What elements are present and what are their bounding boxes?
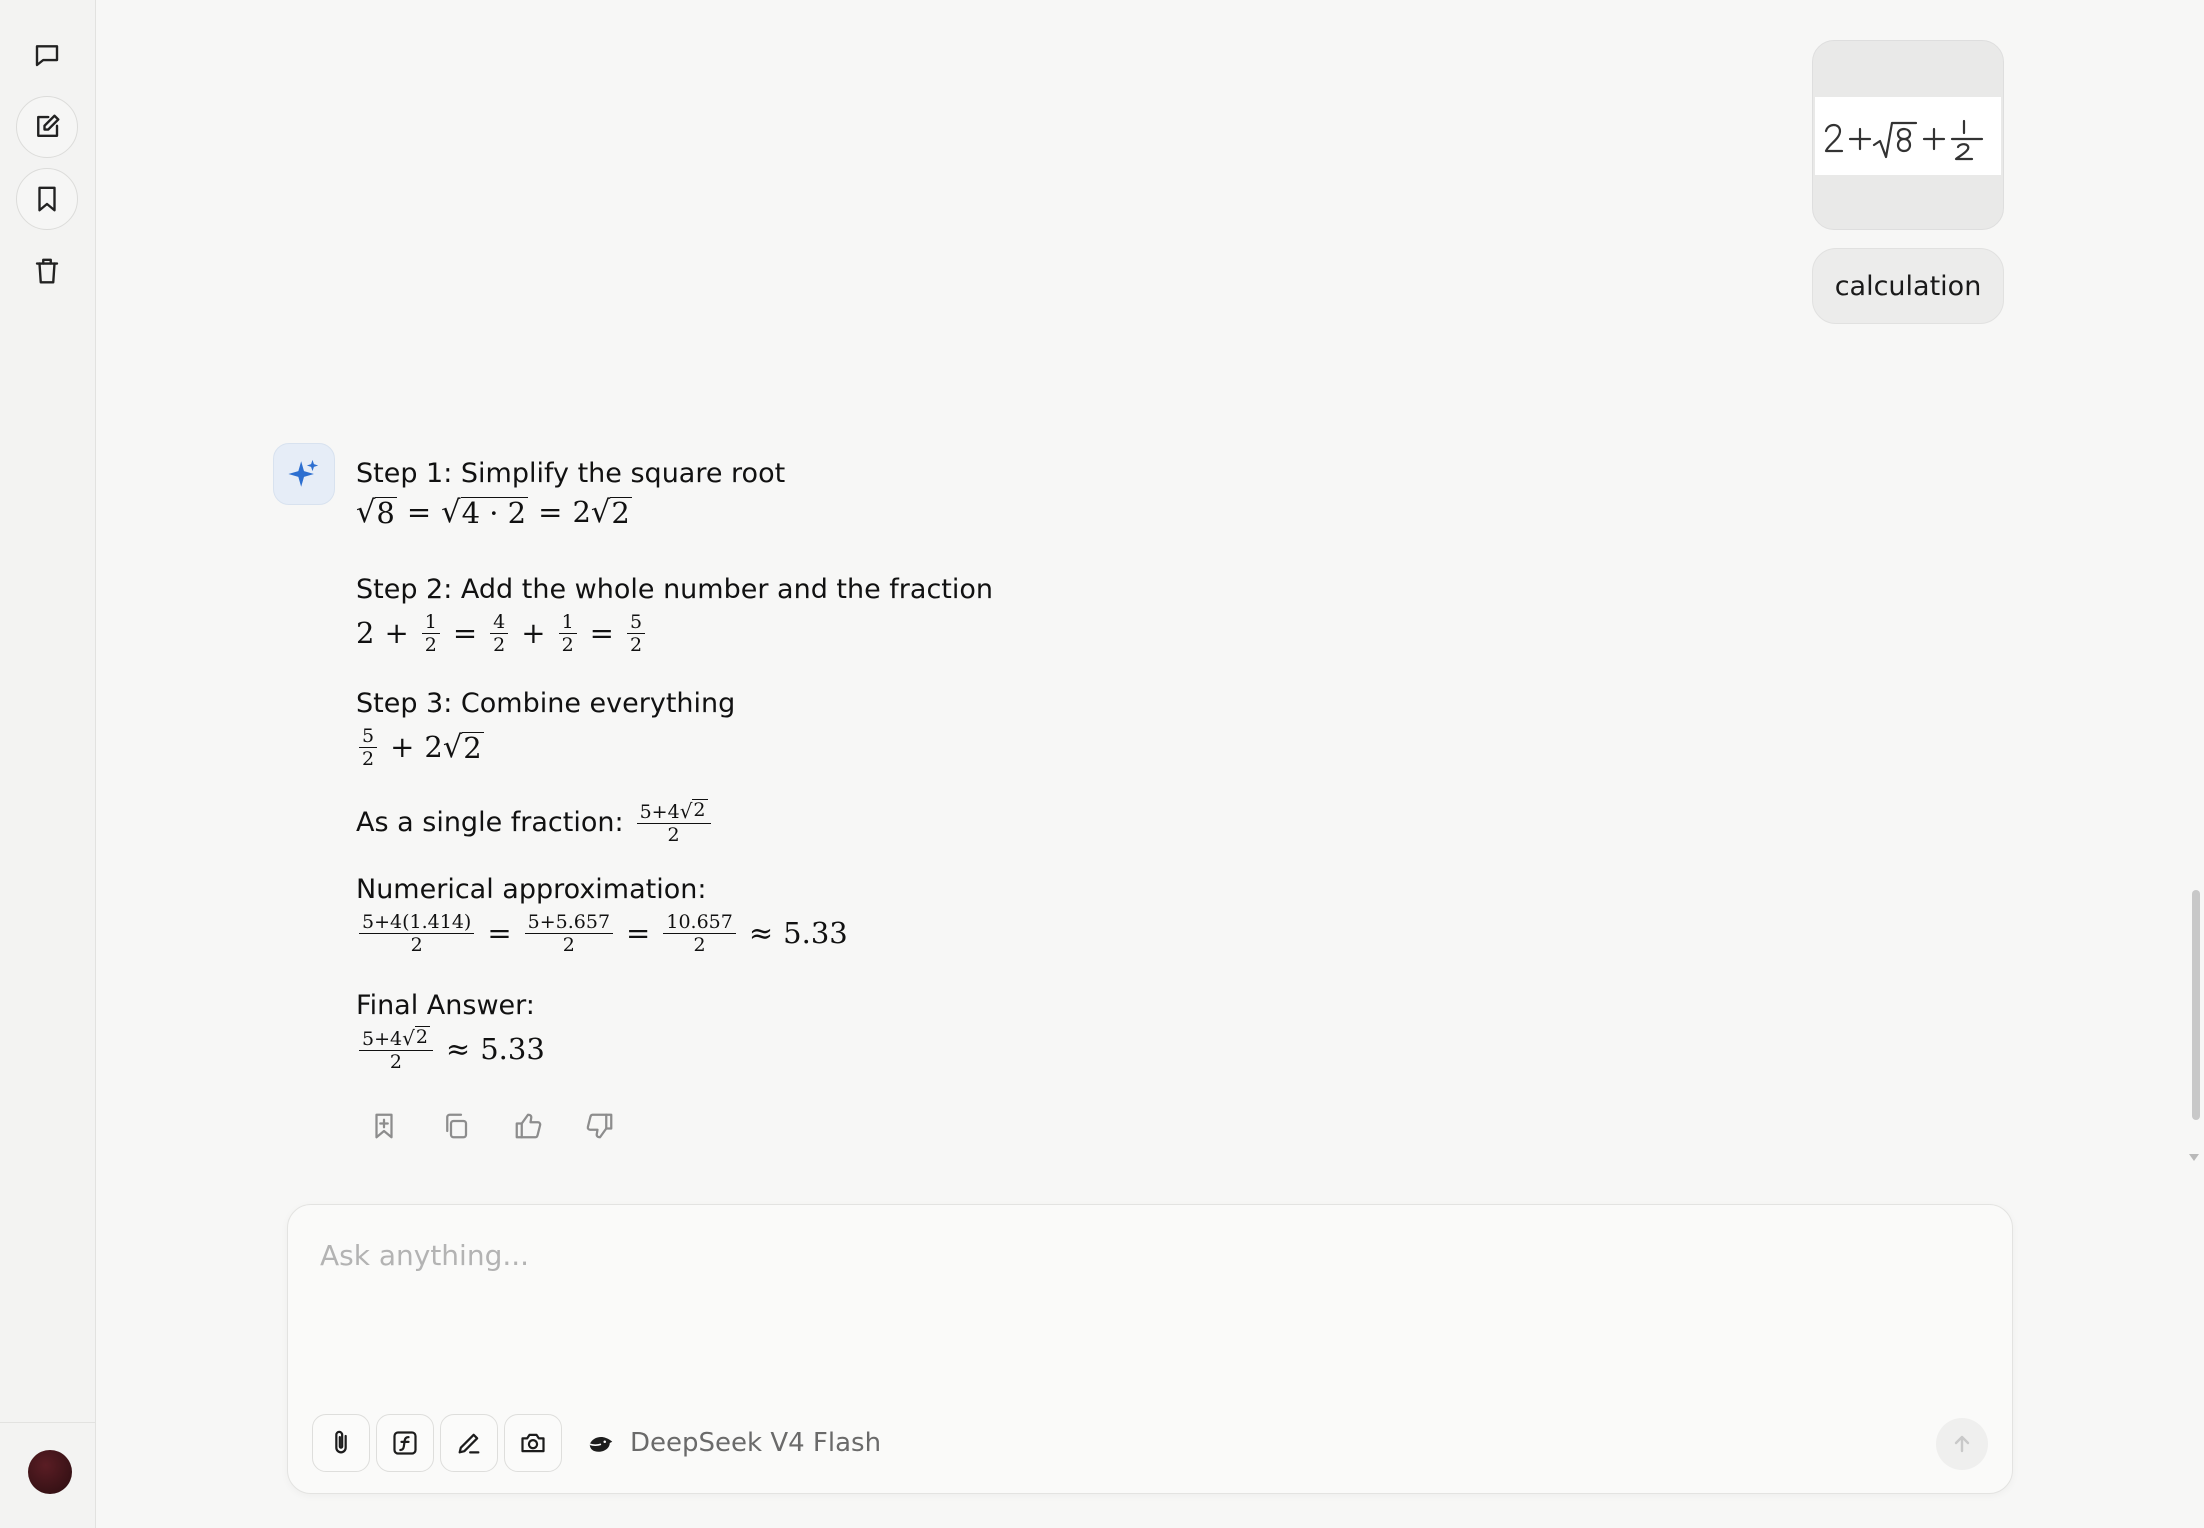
- fraction: 10.657 2: [663, 912, 736, 955]
- fraction: 52: [626, 612, 646, 655]
- step-2-title: Step 2: Add the whole number and the fra…: [356, 574, 994, 605]
- sqrt: √ 4 · 2: [441, 494, 529, 530]
- thumbs-up-icon: [515, 1113, 542, 1139]
- fraction: 12: [558, 612, 577, 655]
- assistant-avatar: [273, 443, 335, 505]
- handwriting-drawing: [1824, 119, 1984, 161]
- fraction: 52: [359, 726, 378, 769]
- dislike-button[interactable]: [580, 1106, 620, 1146]
- new-chat-icon: [37, 114, 60, 137]
- model-name: DeepSeek V4 Flash: [630, 1428, 882, 1458]
- trash-icon: [35, 258, 59, 284]
- camera-icon: [521, 1433, 545, 1453]
- sidebar-divider: [0, 1422, 96, 1423]
- new-chat-button[interactable]: [16, 96, 78, 158]
- fraction: 5+4 √ 2 2: [636, 799, 711, 845]
- user-image-attachment[interactable]: [1812, 40, 2004, 230]
- step-5-title: Numerical approximation:: [356, 874, 707, 905]
- pen-icon: [458, 1433, 480, 1454]
- draw-button[interactable]: [440, 1414, 498, 1472]
- formula-button[interactable]: [376, 1414, 434, 1472]
- fraction: 5+5.657 2: [524, 912, 614, 955]
- user-message-bubble: calculation: [1812, 248, 2004, 324]
- step-6-title: Final Answer:: [356, 990, 535, 1021]
- sidebar: [0, 0, 96, 1528]
- chat-icon: [35, 45, 59, 67]
- arrow-up-icon: [1954, 1435, 1970, 1453]
- avatar[interactable]: [28, 1450, 72, 1494]
- step-3-math: 52 + 2 √ 2: [356, 722, 1856, 772]
- step-1-math: √ 8 = √ 4 · 2 = 2 √ 2: [356, 494, 632, 530]
- copy-icon: [446, 1113, 468, 1139]
- fraction: 12: [421, 612, 440, 655]
- sqrt: √ 2: [442, 729, 484, 765]
- bookmarks-button[interactable]: [16, 168, 78, 230]
- fraction: 5+4 √ 2 2: [359, 1026, 433, 1072]
- step-5-math: 5+4(1.414) 2 = 5+5.657 2 = 10.657 2 ≈ 5.33: [356, 908, 1856, 958]
- step-4-line: As a single fraction: 5+4 √ 2 2: [356, 794, 1856, 850]
- message-actions: [364, 1106, 620, 1146]
- formula-icon: [393, 1431, 417, 1455]
- user-message-text: calculation: [1834, 270, 1982, 302]
- step-1-title: Step 1: Simplify the square root: [356, 458, 786, 489]
- model-selector[interactable]: DeepSeek V4 Flash: [586, 1421, 881, 1465]
- attach-icon: [335, 1430, 347, 1454]
- chat-input[interactable]: [320, 1239, 1920, 1389]
- chat-history-button[interactable]: [16, 24, 78, 86]
- save-note-button[interactable]: [364, 1106, 404, 1146]
- assistant-message: Step 1: Simplify the square root √ 8 = √ 4…: [356, 456, 1856, 1074]
- sqrt: √ 2: [590, 494, 632, 530]
- delete-button[interactable]: [16, 240, 78, 302]
- send-button[interactable]: [1936, 1418, 1988, 1470]
- fraction: 5+4(1.414) 2: [359, 912, 475, 955]
- whale-logo-icon: [589, 1437, 613, 1452]
- handwritten-expression-image: [1815, 97, 2001, 175]
- sparkle-icon: [288, 459, 319, 487]
- fraction: 42: [490, 612, 509, 655]
- scrollbar[interactable]: [2186, 0, 2204, 1180]
- thumbs-down-icon: [586, 1113, 613, 1139]
- step-4-title: As a single fraction:: [356, 806, 624, 838]
- like-button[interactable]: [508, 1106, 548, 1146]
- bookmark-icon: [38, 186, 56, 212]
- sqrt: √ 8: [356, 494, 397, 530]
- step-2-math: 2 + 12 = 42 + 12 = 52: [356, 608, 1856, 658]
- step-3-title: Step 3: Combine everything: [356, 688, 736, 719]
- bookmark-add-icon: [375, 1113, 393, 1139]
- composer: DeepSeek V4 Flash: [287, 1204, 2013, 1494]
- scrollbar-thumb[interactable]: [2192, 890, 2200, 1120]
- camera-button[interactable]: [504, 1414, 562, 1472]
- scroll-down-arrow-icon[interactable]: [2189, 1154, 2199, 1161]
- final-answer-math: 5+4 √ 2 2 ≈ 5.33: [356, 1024, 1856, 1074]
- attach-button[interactable]: [312, 1414, 370, 1472]
- copy-button[interactable]: [436, 1106, 476, 1146]
